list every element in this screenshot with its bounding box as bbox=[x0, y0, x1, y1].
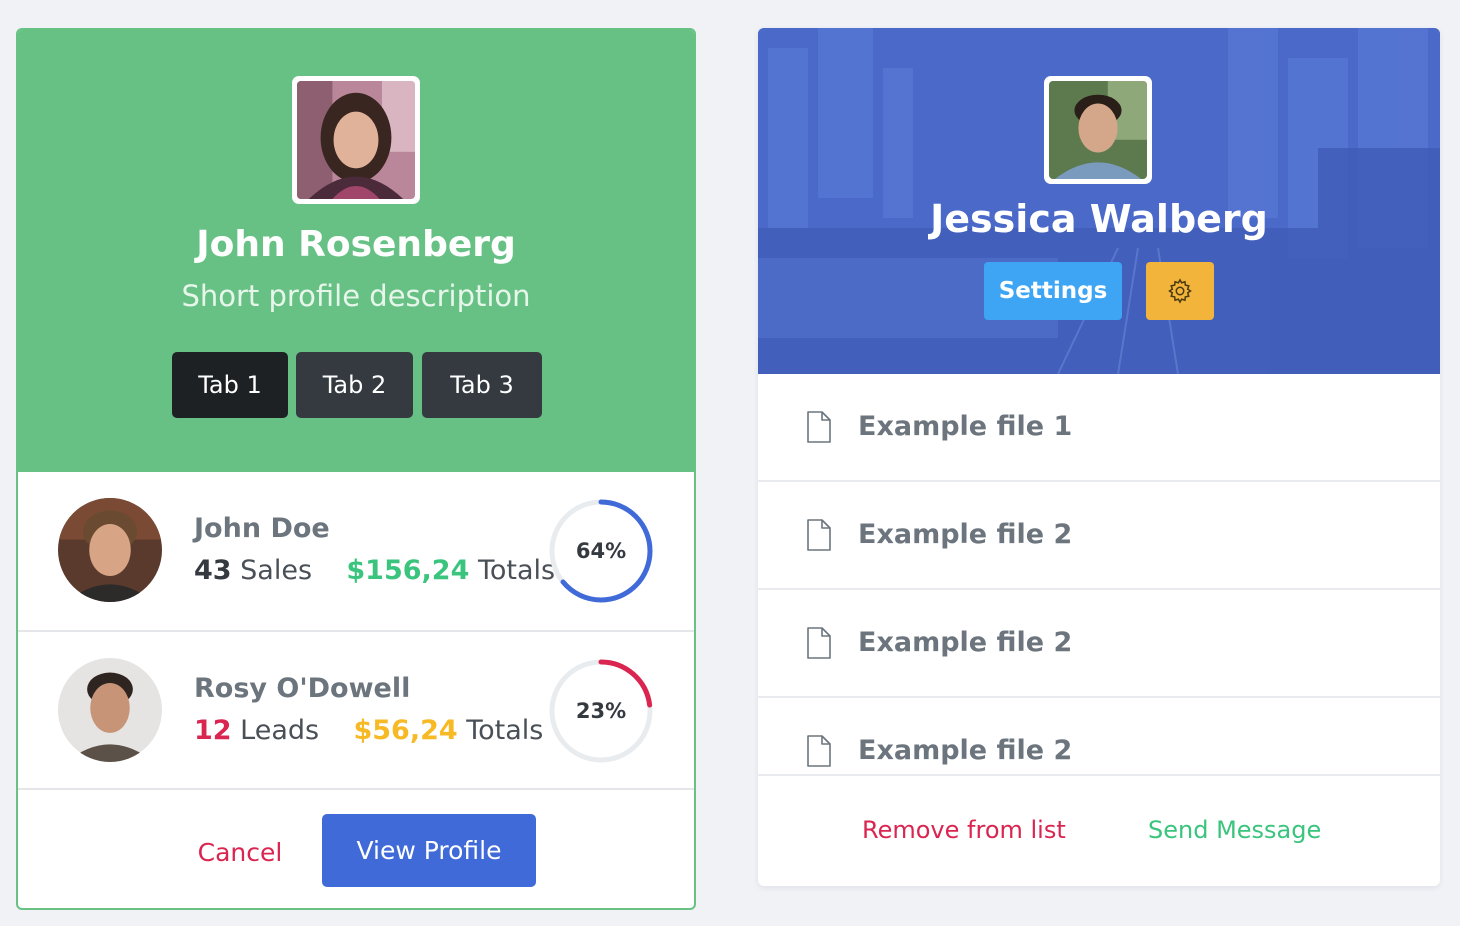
progress-gauge: 23% bbox=[548, 658, 654, 764]
settings-button[interactable]: Settings bbox=[984, 262, 1122, 320]
remove-from-list-button[interactable]: Remove from list bbox=[862, 810, 1066, 850]
profile-name: John Rosenberg bbox=[196, 224, 516, 265]
profile-avatar bbox=[292, 76, 420, 204]
totals-label: Totals bbox=[466, 715, 544, 746]
tab-3[interactable]: Tab 3 bbox=[422, 352, 542, 418]
avatar bbox=[58, 498, 162, 602]
person-name: John Doe bbox=[194, 513, 330, 544]
gauge-value: 64% bbox=[575, 539, 627, 563]
file-label: Example file 2 bbox=[858, 627, 1073, 658]
file-list-item[interactable]: Example file 2 bbox=[758, 590, 1440, 698]
file-label: Example file 2 bbox=[858, 735, 1073, 766]
list-item: John Doe 43 Sales $156,24 Totals 64% bbox=[18, 472, 694, 628]
cancel-button[interactable]: Cancel bbox=[188, 826, 292, 878]
person-stats: 12 Leads $56,24 Totals bbox=[194, 714, 543, 748]
profile-card-footer: Cancel View Profile bbox=[18, 788, 694, 908]
gear-button[interactable] bbox=[1146, 262, 1214, 320]
send-message-button[interactable]: Send Message bbox=[1148, 810, 1321, 850]
totals-amount: $56,24 bbox=[353, 715, 458, 746]
file-label: Example file 1 bbox=[858, 411, 1073, 442]
file-card-footer: Remove from list Send Message bbox=[758, 774, 1440, 886]
totals-label: Totals bbox=[477, 555, 556, 586]
profile-name: Jessica Walberg bbox=[930, 197, 1268, 241]
leads-count: 12 bbox=[194, 715, 232, 746]
gauge-value: 23% bbox=[575, 699, 627, 723]
tab-1[interactable]: Tab 1 bbox=[172, 352, 288, 418]
file-icon bbox=[807, 627, 831, 659]
file-card: Jessica Walberg Settings Example file 1 bbox=[758, 28, 1440, 886]
sales-count: 43 bbox=[194, 555, 232, 586]
view-profile-button[interactable]: View Profile bbox=[322, 814, 536, 887]
list-item: Rosy O'Dowell 12 Leads $56,24 Totals 23% bbox=[18, 630, 694, 788]
person-stats: 43 Sales $156,24 Totals bbox=[194, 554, 555, 588]
file-list-item[interactable]: Example file 2 bbox=[758, 698, 1440, 774]
gear-icon bbox=[1168, 278, 1192, 304]
profile-description: Short profile description bbox=[181, 279, 531, 313]
progress-gauge: 64% bbox=[548, 498, 654, 604]
file-icon bbox=[807, 735, 831, 767]
person-name: Rosy O'Dowell bbox=[194, 673, 411, 704]
tab-2[interactable]: Tab 2 bbox=[296, 352, 413, 418]
leads-label: Leads bbox=[240, 715, 320, 746]
file-list-item[interactable]: Example file 2 bbox=[758, 482, 1440, 590]
file-list: Example file 1 Example file 2 Example fi… bbox=[758, 374, 1440, 774]
file-list-item[interactable]: Example file 1 bbox=[758, 374, 1440, 482]
file-label: Example file 2 bbox=[858, 519, 1073, 550]
totals-amount: $156,24 bbox=[346, 555, 470, 586]
avatar bbox=[58, 658, 162, 762]
file-card-header: Jessica Walberg Settings bbox=[758, 28, 1440, 374]
profile-header: John Rosenberg Short profile description… bbox=[18, 30, 694, 472]
profile-card: John Rosenberg Short profile description… bbox=[16, 28, 696, 910]
profile-avatar bbox=[1044, 76, 1152, 184]
file-icon bbox=[807, 519, 831, 551]
file-icon bbox=[807, 411, 831, 443]
sales-label: Sales bbox=[240, 555, 313, 586]
